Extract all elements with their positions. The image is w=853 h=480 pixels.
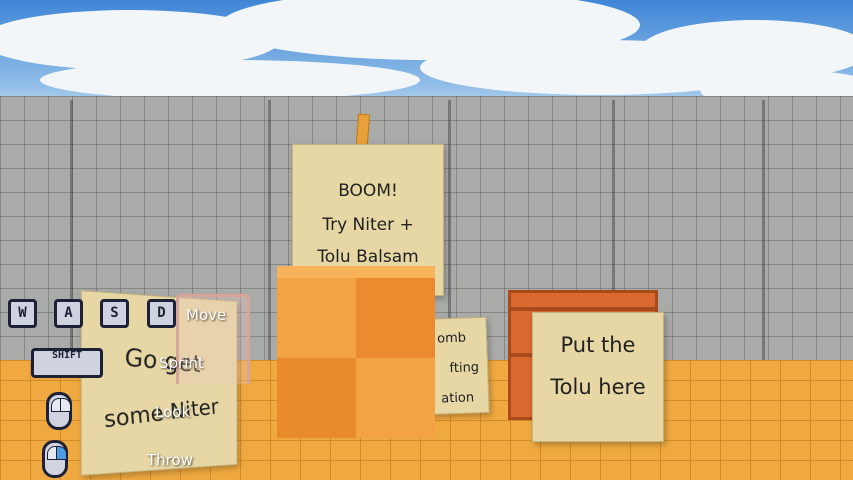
cube-face-tile [277, 278, 356, 358]
tolu-sign: Put the Tolu here [532, 312, 664, 442]
cube-face-tile [356, 278, 435, 358]
crate-plank [511, 307, 655, 311]
orange-cube[interactable] [277, 266, 435, 438]
cloud [40, 60, 420, 100]
tolu-sign-line-1: Put the [560, 333, 636, 357]
tolu-sign-line-2: Tolu here [550, 375, 646, 399]
cube-face-tile [356, 358, 435, 438]
cube-top [277, 266, 435, 278]
boom-sign-line-3: Tolu Balsam [317, 247, 419, 267]
game-viewport[interactable]: BOOM! Try Niter + Tolu Balsam omb fting … [0, 0, 853, 480]
boom-sign-line-2: Try Niter + [322, 215, 414, 235]
wall-seam [268, 100, 271, 380]
cube-face-tile [277, 358, 356, 438]
wall-seam [762, 100, 765, 380]
niter-sign-line-2: some Niter [102, 395, 220, 434]
boom-sign-line-1: BOOM! [338, 181, 398, 201]
box-edge [176, 294, 250, 384]
wall-seam [70, 100, 73, 380]
